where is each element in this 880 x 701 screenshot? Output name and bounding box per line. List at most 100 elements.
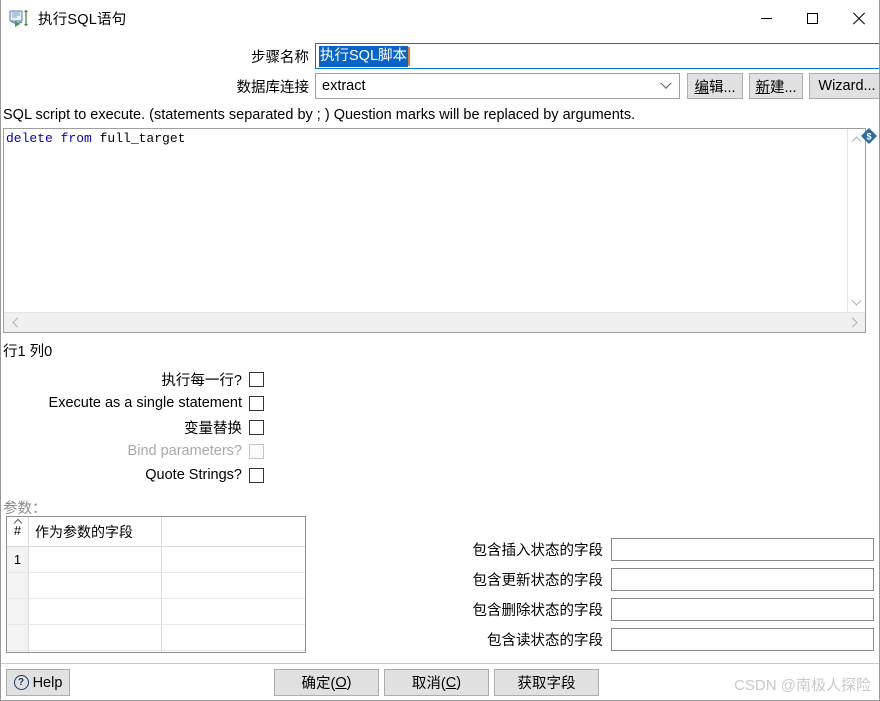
connection-row: 数据库连接 extract 编辑... 新建... Wizard... — [214, 73, 879, 99]
sql-editor-text[interactable]: delete from full_target — [4, 129, 847, 312]
checkbox-row-execute-each-row: 执行每一行? — [1, 369, 264, 389]
help-button[interactable]: ? Help — [6, 669, 70, 696]
text-caret — [408, 46, 411, 66]
status-field-row-read: 包含读状态的字段 — [341, 628, 874, 651]
checkbox-label-quote-strings: Quote Strings? — [145, 467, 242, 483]
minimize-button[interactable] — [743, 0, 789, 36]
editor-vertical-scrollbar[interactable] — [847, 129, 865, 312]
status-field-row-update: 包含更新状态的字段 — [341, 568, 874, 591]
edit-button-mnemonic: 编 — [694, 79, 709, 96]
checkbox-label-bind-parameters: Bind parameters? — [127, 443, 242, 459]
dollar-diamond-icon[interactable]: $ — [861, 128, 877, 144]
status-field-label-update: 包含更新状态的字段 — [472, 573, 604, 589]
status-field-label-insert: 包含插入状态的字段 — [472, 543, 604, 559]
edit-button-rest: 辑... — [708, 79, 736, 96]
step-name-label: 步骤名称 — [251, 49, 309, 66]
table-header-field[interactable]: 作为参数的字段 — [29, 517, 162, 546]
table-header-row: # 作为参数的字段 — [7, 517, 305, 547]
status-field-input-insert[interactable] — [611, 538, 874, 561]
table-row[interactable] — [7, 625, 305, 651]
checkbox-row-single-statement: Execute as a single statement — [1, 393, 264, 413]
table-cell-field[interactable] — [29, 651, 162, 652]
cancel-button-prefix: 取消( — [411, 676, 446, 692]
step-name-row: 步骤名称 执行SQL脚本 — [229, 43, 879, 69]
status-field-row-insert: 包含插入状态的字段 — [341, 538, 874, 561]
table-cell-blank[interactable] — [162, 573, 305, 598]
get-fields-button[interactable]: 获取字段 — [494, 669, 599, 696]
table-cell-index: 1 — [7, 547, 29, 572]
checkbox-bind-parameters — [249, 443, 264, 459]
table-cell-field[interactable] — [29, 573, 162, 598]
table-header-blank — [162, 517, 305, 546]
new-connection-button[interactable]: 新建... — [749, 73, 803, 99]
cancel-button-suffix: ) — [456, 674, 462, 691]
ok-button-mnemonic: O — [335, 674, 347, 691]
checkbox-variable-substitution[interactable] — [249, 419, 264, 435]
connection-select[interactable]: extract — [315, 73, 680, 99]
connection-label: 数据库连接 — [236, 79, 310, 96]
minimize-icon — [760, 17, 772, 19]
editor-horizontal-scrollbar[interactable] — [4, 312, 865, 332]
close-button[interactable] — [835, 0, 879, 36]
scroll-right-icon[interactable] — [845, 317, 865, 328]
checkbox-row-bind-parameters: Bind parameters? — [1, 441, 264, 461]
cancel-button[interactable]: 取消(C) — [384, 669, 489, 696]
status-field-input-read[interactable] — [611, 628, 874, 651]
maximize-button[interactable] — [789, 0, 835, 36]
execute-sql-dialog: 执行SQL语句 步骤名称 执行SQL脚本 数据库连接 extract 编 辑..… — [0, 0, 880, 701]
checkbox-execute-each-row[interactable] — [249, 371, 264, 387]
status-field-input-update[interactable] — [611, 568, 874, 591]
checkbox-single-statement[interactable] — [249, 395, 264, 411]
checkbox-quote-strings[interactable] — [249, 467, 264, 483]
table-cell-blank[interactable] — [162, 547, 305, 572]
close-icon — [852, 12, 865, 25]
question-circle-icon: ? — [13, 675, 29, 690]
step-name-value: 执行SQL脚本 — [319, 45, 409, 67]
new-button-rest: 建... — [769, 79, 797, 96]
checkbox-row-quote-strings: Quote Strings? — [1, 465, 264, 485]
table-row[interactable] — [7, 573, 305, 599]
scroll-down-icon[interactable] — [848, 294, 866, 312]
csdn-watermark: CSDN @南极人探险 — [734, 677, 871, 694]
checkbox-row-variable-substitution: 变量替换 — [1, 417, 264, 437]
table-cell-field[interactable] — [29, 547, 162, 572]
parameters-table[interactable]: # 作为参数的字段 1 — [6, 516, 306, 653]
table-cell-blank[interactable] — [162, 625, 305, 650]
table-header-index[interactable]: # — [7, 517, 29, 546]
table-cell-blank[interactable] — [162, 651, 305, 652]
ok-button[interactable]: 确定(O) — [274, 669, 379, 696]
edit-connection-button[interactable]: 编辑... — [687, 73, 743, 99]
status-field-input-delete[interactable] — [611, 598, 874, 621]
title-bar: 执行SQL语句 — [1, 0, 879, 36]
chevron-down-icon[interactable] — [653, 74, 679, 98]
table-cell-blank[interactable] — [162, 599, 305, 624]
checkbox-label-variable-substitution: 变量替换 — [184, 420, 242, 437]
table-row[interactable] — [7, 599, 305, 625]
checkbox-label-single-statement: Execute as a single statement — [48, 395, 242, 411]
table-cell-field[interactable] — [29, 625, 162, 650]
sql-keyword-text: delete from — [6, 131, 100, 146]
table-row[interactable] — [7, 651, 305, 652]
status-field-label-delete: 包含删除状态的字段 — [472, 603, 604, 619]
ok-button-suffix: ) — [346, 674, 352, 691]
parameters-label: 参数： — [3, 501, 47, 517]
step-name-input[interactable]: 执行SQL脚本 — [315, 43, 879, 69]
sql-editor[interactable]: delete from full_target — [3, 128, 866, 333]
sql-description: SQL script to execute. (statements separ… — [3, 107, 636, 123]
scroll-left-icon[interactable] — [4, 317, 24, 328]
table-cell-field[interactable] — [29, 599, 162, 624]
table-cell-index — [7, 599, 29, 624]
svg-text:$: $ — [866, 132, 871, 142]
table-row[interactable]: 1 — [7, 547, 305, 573]
checkbox-label-execute-each-row: 执行每一行? — [161, 372, 242, 389]
table-cell-index — [7, 651, 29, 652]
status-field-row-delete: 包含删除状态的字段 — [341, 598, 874, 621]
window-controls — [743, 0, 879, 36]
table-cell-index — [7, 625, 29, 650]
maximize-icon — [806, 12, 818, 24]
sql-script-icon — [9, 8, 31, 28]
wizard-button[interactable]: Wizard... — [809, 73, 879, 99]
status-field-label-read: 包含读状态的字段 — [487, 633, 603, 649]
help-button-label: Help — [32, 674, 63, 691]
new-button-mnemonic: 新 — [755, 79, 770, 96]
